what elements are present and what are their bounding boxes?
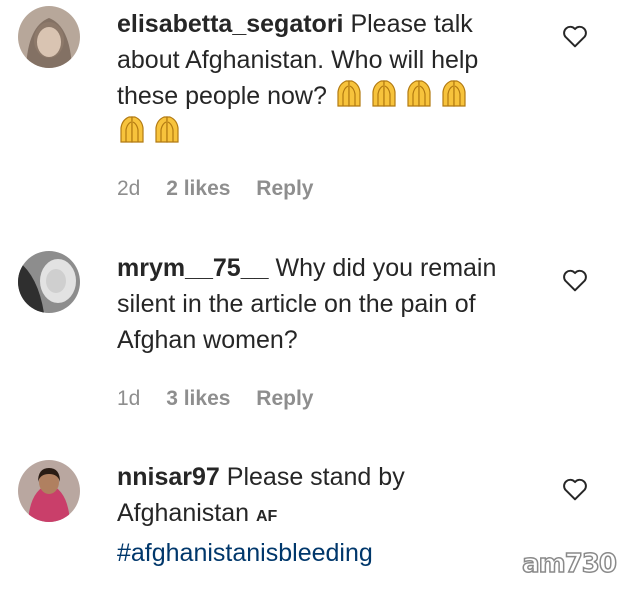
reply-button[interactable]: Reply xyxy=(256,387,313,410)
heart-icon[interactable] xyxy=(562,24,588,48)
avatar[interactable] xyxy=(18,460,80,522)
comment-time: 1d xyxy=(117,387,141,410)
folded-hands-emoji xyxy=(372,80,396,107)
hashtag-link[interactable]: #afghanistanisbleeding xyxy=(117,539,373,567)
watermark-logo: am730 xyxy=(521,548,617,580)
folded-hands-emoji xyxy=(337,80,361,107)
flag-af: AF xyxy=(256,508,278,525)
reply-button[interactable]: Reply xyxy=(256,177,313,200)
folded-hands-emoji xyxy=(442,80,466,107)
comment-meta: 1d 3 likes Reply xyxy=(117,387,333,411)
heart-icon[interactable] xyxy=(562,268,588,292)
comment-text: nnisar97 Please stand by Afghanistan AF … xyxy=(117,459,537,571)
avatar[interactable] xyxy=(18,251,80,313)
comment-text: elisabetta_segatori Please talk about Af… xyxy=(117,6,537,150)
folded-hands-emoji xyxy=(155,116,179,143)
comment-meta: 2d 2 likes Reply xyxy=(117,177,333,201)
comment-username[interactable]: mrym__75__ xyxy=(117,254,269,282)
likes-count[interactable]: 3 likes xyxy=(166,387,230,410)
folded-hands-emoji xyxy=(120,116,144,143)
heart-icon[interactable] xyxy=(562,477,588,501)
comment-time: 2d xyxy=(117,177,141,200)
comment-username[interactable]: nnisar97 xyxy=(117,463,220,491)
likes-count[interactable]: 2 likes xyxy=(166,177,230,200)
folded-hands-emoji xyxy=(407,80,431,107)
comment-text: mrym__75__ Why did you remain silent in … xyxy=(117,250,537,358)
avatar[interactable] xyxy=(18,6,80,68)
comment-username[interactable]: elisabetta_segatori xyxy=(117,10,344,38)
